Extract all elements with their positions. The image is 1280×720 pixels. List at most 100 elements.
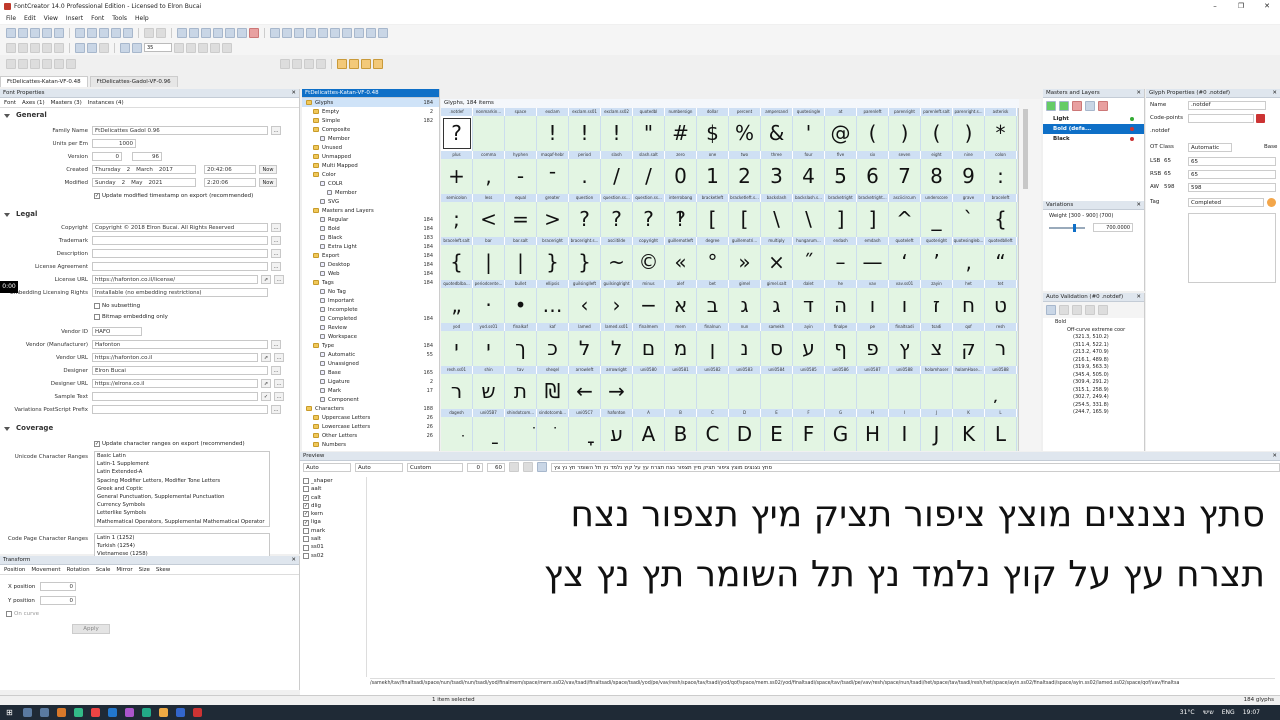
glyph-cell[interactable]: ה bbox=[825, 288, 857, 323]
glyph-cell[interactable]: ַ bbox=[473, 417, 505, 451]
zoom-select[interactable]: 35 bbox=[144, 43, 172, 52]
tree-item[interactable]: Web 184 bbox=[302, 269, 439, 278]
glyph-cell[interactable]: ר bbox=[985, 331, 1017, 366]
hand-icon[interactable] bbox=[99, 42, 109, 53]
units-input[interactable]: 1000 bbox=[92, 139, 136, 148]
vendor-id-select[interactable]: HAFO bbox=[92, 327, 142, 336]
glyph-cell[interactable]: ^ bbox=[889, 202, 921, 237]
glyph-cell[interactable]: פ bbox=[857, 331, 889, 366]
glyph-cell[interactable]: 9 bbox=[953, 159, 985, 194]
no-subsetting-checkbox[interactable]: No subsetting bbox=[94, 302, 140, 309]
tab-size[interactable]: Size bbox=[139, 565, 150, 574]
t4-icon[interactable] bbox=[42, 58, 52, 69]
license-url-input[interactable]: https://hafonton.co.il/license/ bbox=[92, 275, 258, 284]
validation-group[interactable]: Bold bbox=[1043, 318, 1144, 326]
glyph-cell[interactable] bbox=[697, 374, 729, 409]
offset-input[interactable]: 0 bbox=[467, 462, 483, 472]
glyph-cell[interactable]: 5 bbox=[825, 159, 857, 194]
glyph-cell[interactable]: ק bbox=[953, 331, 985, 366]
glyph-cell[interactable]: 2 bbox=[729, 159, 761, 194]
tree-item[interactable]: Desktop 184 bbox=[302, 260, 439, 269]
glyph-cell[interactable]: ר bbox=[441, 374, 473, 409]
v3-icon[interactable] bbox=[1072, 305, 1082, 315]
tree-item[interactable]: Numbers bbox=[302, 440, 439, 449]
tree-item[interactable]: Characters 188 bbox=[302, 404, 439, 413]
glyph-cell[interactable]: © bbox=[633, 245, 665, 280]
glyph-cell[interactable]: ו bbox=[889, 288, 921, 323]
validation-item[interactable]: (244.7, 165.9) bbox=[1043, 409, 1144, 417]
glyph-cell[interactable]: C bbox=[697, 417, 729, 451]
update-timestamp-checkbox[interactable]: ✓ Update modified timestamp on export (re… bbox=[94, 192, 253, 199]
glyph-cell[interactable]: , bbox=[473, 159, 505, 194]
glyph-cell[interactable]: ם bbox=[633, 331, 665, 366]
on-curve-checkbox[interactable]: On curve bbox=[6, 610, 39, 617]
v4-icon[interactable] bbox=[1085, 305, 1095, 315]
pen-icon[interactable] bbox=[30, 42, 40, 53]
settings-icon[interactable] bbox=[354, 27, 364, 38]
copy-icon[interactable] bbox=[111, 27, 121, 38]
open-link-icon[interactable]: ⇗ bbox=[261, 353, 271, 362]
glyph-cell[interactable]: ? bbox=[569, 202, 601, 237]
script-select[interactable]: Auto bbox=[303, 462, 351, 472]
glyph-cell[interactable]: א bbox=[665, 288, 697, 323]
glyph-cell[interactable] bbox=[921, 374, 953, 409]
search-icon[interactable] bbox=[22, 708, 32, 717]
glyph-cell[interactable]: ] bbox=[857, 202, 889, 237]
codepage-range-item[interactable]: Turkish (1254) bbox=[97, 542, 269, 550]
glyph-cell[interactable]: צ bbox=[921, 331, 953, 366]
glyph-cell[interactable]: 6 bbox=[857, 159, 889, 194]
glyph-cell[interactable]: “ bbox=[985, 245, 1017, 280]
y-input[interactable]: 0 bbox=[40, 596, 76, 605]
knife-icon[interactable] bbox=[42, 42, 52, 53]
glyph-cell[interactable]: „ bbox=[441, 288, 473, 323]
glyph-cell[interactable]: ‹ bbox=[569, 288, 601, 323]
point-size-input[interactable]: 60 bbox=[487, 462, 505, 472]
section-coverage[interactable]: Coverage bbox=[0, 423, 53, 434]
glyph-cell[interactable]: ז bbox=[921, 288, 953, 323]
unicode-range-item[interactable]: General Punctuation, Supplemental Punctu… bbox=[97, 493, 269, 501]
zoom-in-icon[interactable] bbox=[120, 42, 130, 53]
tab-position[interactable]: Position bbox=[4, 565, 25, 574]
app-icon-1[interactable] bbox=[56, 708, 66, 717]
panel-close-icon[interactable]: ✕ bbox=[1136, 293, 1141, 302]
glyph-cell[interactable]: F bbox=[793, 417, 825, 451]
tree-item[interactable]: Tags 184 bbox=[302, 278, 439, 287]
app-icon-8[interactable] bbox=[175, 708, 185, 717]
scroll-thumb[interactable] bbox=[1023, 109, 1028, 189]
tree-item[interactable]: Unused bbox=[302, 143, 439, 152]
designer-url-input[interactable]: https://elrons.co.il bbox=[92, 379, 258, 388]
glyph-cell[interactable] bbox=[825, 374, 857, 409]
find-icon[interactable] bbox=[87, 27, 97, 38]
validation-item[interactable]: (311.4, 522.1) bbox=[1043, 342, 1144, 350]
t2-icon[interactable] bbox=[18, 58, 28, 69]
eraser-icon[interactable] bbox=[249, 27, 259, 38]
tab-movement[interactable]: Movement bbox=[31, 565, 60, 574]
glyph-cell[interactable]: + bbox=[441, 159, 473, 194]
glyph-cell[interactable]: – bbox=[825, 245, 857, 280]
feature-checkbox[interactable]: ✓ liga bbox=[303, 518, 365, 526]
glyph-cell[interactable]: [ bbox=[697, 202, 729, 237]
feature-checkbox[interactable]: aalt bbox=[303, 485, 365, 493]
glyph-cell[interactable]: ב bbox=[697, 288, 729, 323]
glyph-cell[interactable]: \ bbox=[793, 202, 825, 237]
feature-checkbox[interactable]: mark bbox=[303, 527, 365, 535]
menu-tools[interactable]: Tools bbox=[112, 15, 127, 22]
unicode-range-item[interactable]: Mathematical Operators, Supplemental Mat… bbox=[97, 518, 269, 526]
glyph-cell[interactable]: ! bbox=[569, 116, 601, 151]
glyph-cell[interactable]: ס bbox=[761, 331, 793, 366]
glyph-cell[interactable]: % bbox=[729, 116, 761, 151]
glyph-cell[interactable]: @ bbox=[825, 116, 857, 151]
panel-close-icon[interactable]: ✕ bbox=[1272, 89, 1277, 98]
glyph-cell[interactable]: − bbox=[633, 288, 665, 323]
tree-item[interactable]: Export 184 bbox=[302, 251, 439, 260]
version-minor-input[interactable]: 96 bbox=[132, 152, 162, 161]
tree-item[interactable]: Bold 184 bbox=[302, 224, 439, 233]
open-link-icon[interactable]: ⇗ bbox=[261, 275, 271, 284]
glyph-cell[interactable]: ˝ bbox=[793, 245, 825, 280]
more-button[interactable]: … bbox=[271, 126, 281, 135]
glyph-cell[interactable]: . bbox=[569, 159, 601, 194]
glyph-cell[interactable]: J bbox=[921, 417, 953, 451]
tree-item[interactable]: Glyphs 184 bbox=[302, 98, 439, 107]
glyph-cell[interactable]: " bbox=[633, 116, 665, 151]
master-bold[interactable]: Bold (defa... bbox=[1043, 124, 1144, 134]
